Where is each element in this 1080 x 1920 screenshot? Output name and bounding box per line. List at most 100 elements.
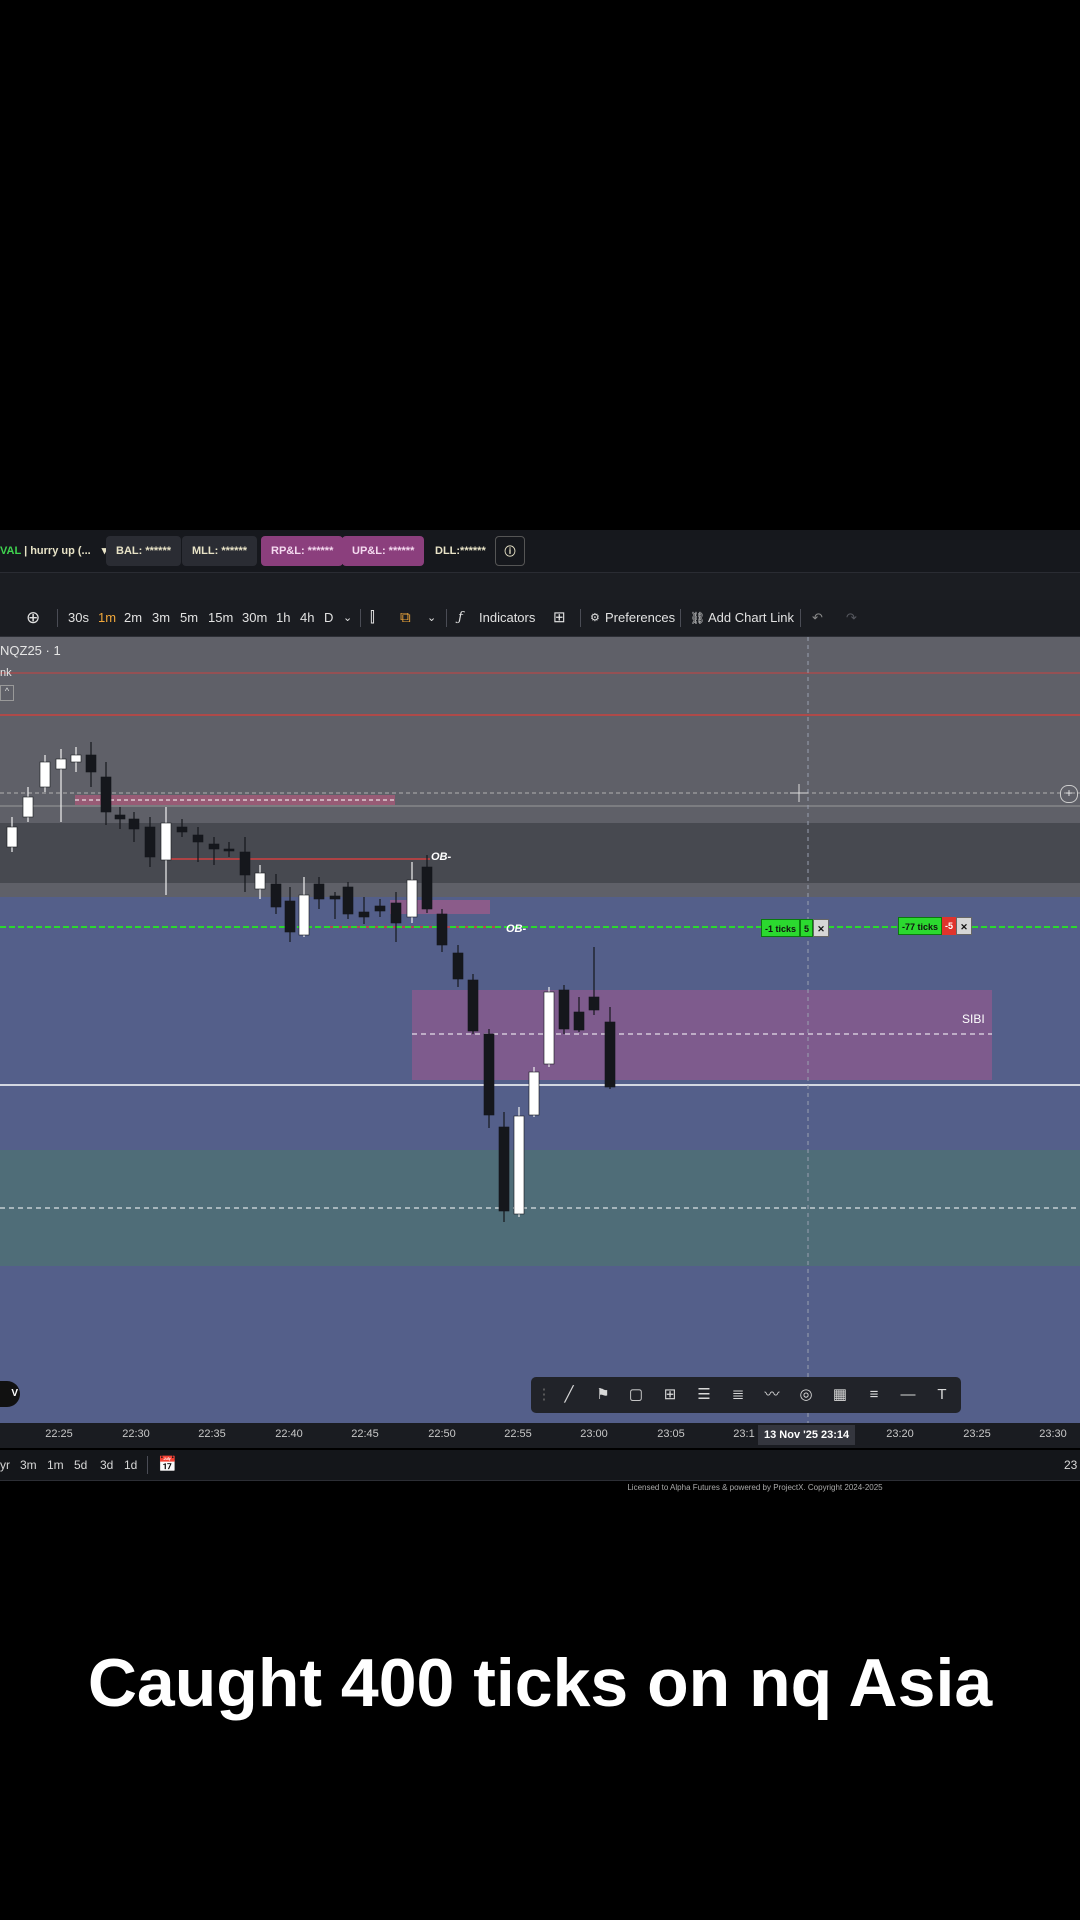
rpl-badge: RP&L: ****** xyxy=(261,536,344,566)
bar-style-icon[interactable]: ⫿ xyxy=(370,600,375,636)
timeframe-30s[interactable]: 30s xyxy=(68,600,89,636)
candle-body xyxy=(528,1071,540,1116)
timeframe-30m[interactable]: 30m xyxy=(242,600,267,636)
range-1d[interactable]: 1d xyxy=(124,1450,137,1480)
candle-body xyxy=(573,1011,585,1031)
time-tick: 22:45 xyxy=(351,1428,379,1440)
pattern-icon[interactable]: 〰 xyxy=(761,1384,783,1406)
chart-canvas[interactable] xyxy=(0,637,1080,1423)
candle-body xyxy=(128,818,140,830)
circle-icon[interactable]: ◎ xyxy=(795,1384,817,1406)
order-tag-entry[interactable]: -1 ticks 5 ✕ xyxy=(761,919,830,937)
upl-badge: UP&L: ****** xyxy=(342,536,425,566)
candle-body xyxy=(192,834,204,843)
candle-body xyxy=(467,979,479,1032)
candle-body xyxy=(313,883,325,900)
ob-zone xyxy=(75,795,395,805)
add-alert-icon[interactable]: + xyxy=(1060,785,1078,803)
crosshair-icon[interactable]: ⊞ xyxy=(659,1384,681,1406)
candle-body xyxy=(421,866,433,910)
timeframe-15m[interactable]: 15m xyxy=(208,600,233,636)
time-tick: 23:30 xyxy=(1039,1428,1067,1440)
candle-body xyxy=(543,991,555,1065)
candle-body xyxy=(588,996,600,1011)
rectangle-icon[interactable]: ▢ xyxy=(625,1384,647,1406)
ob-label: OB- xyxy=(431,851,452,863)
time-tick: 22:50 xyxy=(428,1428,456,1440)
candle-body xyxy=(176,826,188,833)
drawing-toolbar: ⋮ ╱ ⚑ ▢ ⊞ ☰ ≣ 〰 ◎ ▦ ≡ — T xyxy=(531,1377,961,1413)
order-tag-stop[interactable]: -77 ticks -5 ✕ xyxy=(898,917,973,935)
channel-icon[interactable]: ≣ xyxy=(727,1384,749,1406)
candle-body xyxy=(208,843,220,850)
candle-body xyxy=(483,1033,495,1116)
time-tick: 22:40 xyxy=(275,1428,303,1440)
timeframe-1m[interactable]: 1m xyxy=(98,600,116,636)
candle-body xyxy=(6,826,18,848)
preferences-button[interactable]: Preferences xyxy=(605,600,675,636)
timeframe-4h[interactable]: 4h xyxy=(300,600,314,636)
timeframe-1h[interactable]: 1h xyxy=(276,600,290,636)
calendar-icon[interactable]: 📅 xyxy=(158,1450,177,1480)
time-tick: 22:35 xyxy=(198,1428,226,1440)
plus-circle-icon[interactable]: ⊕ xyxy=(26,600,40,636)
range-5d[interactable]: 5d xyxy=(74,1450,87,1480)
flag-icon[interactable]: ⚑ xyxy=(592,1384,614,1406)
candle-body xyxy=(22,796,34,818)
chart-toolbar: ⊕ 30s 1m 2m 3m 5m 15m 30m 1h 4h D ⌄ ⫿ ⧉ … xyxy=(0,600,1080,637)
time-tick: 23:20 xyxy=(886,1428,914,1440)
ray-icon[interactable]: — xyxy=(897,1384,919,1406)
candle-body xyxy=(452,952,464,980)
panel-divider xyxy=(0,573,1080,601)
candle-body xyxy=(390,902,402,924)
redo-icon[interactable]: ↷ xyxy=(846,600,857,636)
candlestick-icon[interactable]: ⧉ xyxy=(400,600,411,636)
timeframe-2m[interactable]: 2m xyxy=(124,600,142,636)
timeframe-3m[interactable]: 3m xyxy=(152,600,170,636)
price-chart[interactable]: NQZ25 · 1 nk ^ OB- OB- SIBI -1 ticks 5 ✕… xyxy=(0,637,1080,1423)
collapse-icon[interactable]: ^ xyxy=(0,685,14,701)
drag-handle-icon[interactable]: ⋮ xyxy=(533,1384,555,1406)
candle-body xyxy=(284,900,296,933)
ob-zone-small xyxy=(390,900,490,914)
text-icon[interactable]: T xyxy=(931,1384,953,1406)
indicators-button[interactable]: Indicators xyxy=(479,600,535,636)
symbol-label: NQZ25 · 1 xyxy=(0,643,61,658)
account-selector[interactable]: VAL | hurry up (... ▾ xyxy=(0,536,117,566)
range-yr[interactable]: yr xyxy=(0,1450,10,1480)
undo-icon[interactable]: ↶ xyxy=(812,600,823,636)
time-tick: 23:05 xyxy=(657,1428,685,1440)
chevron-down-icon[interactable]: ⌄ xyxy=(343,600,352,636)
order-qty: 5 xyxy=(800,919,814,937)
time-axis[interactable]: 22:25 22:30 22:35 22:40 22:45 22:50 22:5… xyxy=(0,1423,1080,1448)
fib-icon[interactable]: ☰ xyxy=(693,1384,715,1406)
chevron-down-icon[interactable]: ⌄ xyxy=(427,600,436,636)
range-1m[interactable]: 1m xyxy=(47,1450,64,1480)
dll-badge: DLL:****** xyxy=(435,545,486,557)
candle-body xyxy=(342,886,354,915)
function-icon[interactable]: ƒ xyxy=(458,600,463,636)
candle-body xyxy=(254,872,266,890)
close-icon[interactable]: ✕ xyxy=(956,917,973,935)
range-3d[interactable]: 3d xyxy=(100,1450,113,1480)
candle-body xyxy=(144,826,156,858)
levels-icon[interactable]: ≡ xyxy=(863,1384,885,1406)
add-chart-link-button[interactable]: Add Chart Link xyxy=(708,600,794,636)
grid-layout-icon[interactable]: ⊞ xyxy=(553,600,566,636)
grid-icon[interactable]: ▦ xyxy=(829,1384,851,1406)
candle-body xyxy=(85,754,97,773)
range-bar: yr 3m 1m 5d 3d 1d 📅 23 xyxy=(0,1450,1080,1481)
timeframe-d[interactable]: D xyxy=(324,600,333,636)
candle-body xyxy=(604,1021,616,1088)
candle-body xyxy=(498,1126,510,1212)
info-icon[interactable]: ⓘ xyxy=(495,536,525,566)
close-icon[interactable]: ✕ xyxy=(813,919,830,937)
account-bar: VAL | hurry up (... ▾ BAL: ****** MLL: *… xyxy=(0,530,1080,573)
trendline-icon[interactable]: ╱ xyxy=(558,1384,580,1406)
sibi-zone xyxy=(412,990,992,1080)
time-tick: 22:55 xyxy=(504,1428,532,1440)
range-3m[interactable]: 3m xyxy=(20,1450,37,1480)
candle-body xyxy=(114,814,126,820)
candle-body xyxy=(223,848,235,852)
timeframe-5m[interactable]: 5m xyxy=(180,600,198,636)
